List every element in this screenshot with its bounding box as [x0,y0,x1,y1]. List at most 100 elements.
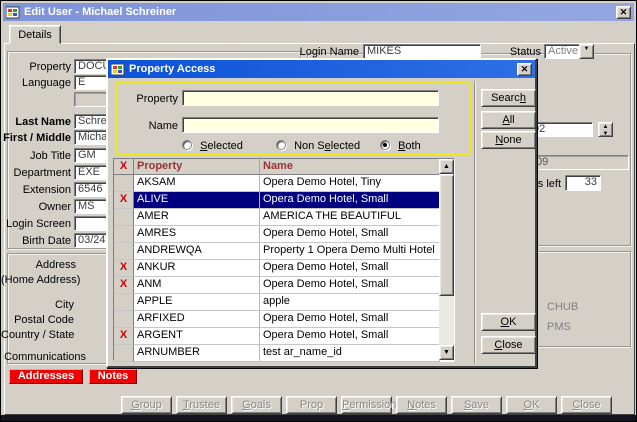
dialog-ok-button[interactable]: OK [481,313,536,331]
property-label: Property [1,61,71,74]
scrollbar-thumb[interactable] [439,174,454,296]
table-row[interactable]: ARFIXEDOpera Demo Hotel, Small [114,311,454,328]
table-row[interactable]: ARNUMBERtest ar_name_id [114,345,454,362]
group-button[interactable]: Group [121,396,172,414]
radio-non-selected-icon[interactable] [276,140,286,150]
main-titlebar: Edit User - Michael Schreiner ✕ [3,3,634,21]
dialog-close-button[interactable]: Close [481,336,536,354]
window-bottom-edge [1,415,637,421]
row-property: ANKUR [134,260,260,277]
country-state-label: Country / State [1,329,74,342]
department-label: Department [1,167,71,180]
row-mark: X [114,277,134,294]
goals-button[interactable]: Goals [231,396,282,414]
job-title-label: Job Title [1,150,71,163]
header-name: Name [260,159,440,174]
city-label: City [1,299,74,312]
row-name: apple [260,294,440,311]
table-row[interactable]: APPLEapple [114,294,454,311]
radio-non-selected[interactable]: Non Selected [276,140,360,153]
owner-label: Owner [1,201,71,214]
row-name: Opera Demo Hotel, Tiny [260,175,440,192]
first-middle-label: First / Middle [1,132,71,145]
row-mark: X [114,328,134,345]
radio-both[interactable]: Both [380,140,421,153]
row-property: APPLE [134,294,260,311]
row-mark: X [114,192,134,209]
row-mark: X [114,260,134,277]
table-row[interactable]: AMERAMERICA THE BEAUTIFUL [114,209,454,226]
login-name-field[interactable]: MIKES [363,44,481,59]
row-mark [114,294,134,311]
none-button[interactable]: None [481,131,536,149]
header-property: Property [134,159,260,174]
table-scrollbar[interactable]: ▲ ▼ [439,159,454,360]
dialog-divider [474,81,476,363]
spinner-icon[interactable]: ▲▼ [598,122,613,137]
edit-user-window: Edit User - Michael Schreiner ✕ Details … [0,0,637,422]
header-x: X [114,159,134,174]
table-row[interactable]: AMRESOpera Demo Hotel, Small [114,226,454,243]
row-name: Opera Demo Hotel, Small [260,328,440,345]
password-days-field[interactable]: 92 [529,122,593,137]
notes-button[interactable]: Notes [396,396,447,414]
scroll-up-icon[interactable]: ▲ [439,159,454,174]
row-property: AMER [134,209,260,226]
close-icon[interactable]: ✕ [616,6,631,19]
permission-button[interactable]: Permission [341,396,392,414]
row-mark [114,175,134,192]
postal-code-label: Postal Code [1,314,74,327]
ok-button[interactable]: OK [506,396,557,414]
table-row[interactable]: ANDREWQAProperty 1 Opera Demo Multi Hote… [114,243,454,260]
trustee-button[interactable]: Trustee [176,396,227,414]
app-icon [6,6,20,19]
property-access-dialog: Property Access ✕ Property Name Selected… [106,58,537,368]
row-property: ARFIXED [134,311,260,328]
chevron-down-icon[interactable]: ▼ [579,44,594,59]
birth-date-label: Birth Date [1,235,71,248]
row-mark [114,209,134,226]
dialog-app-icon [111,63,125,76]
addresses-lamp-button[interactable]: Addresses [9,369,83,384]
days-left-value: 33 [565,175,601,191]
dialog-titlebar: Property Access ✕ [108,60,535,78]
dialog-close-icon[interactable]: ✕ [517,63,532,76]
tab-details[interactable]: Details [9,25,61,44]
row-property: ANDREWQA [134,243,260,260]
notes-lamp-button[interactable]: Notes [89,369,137,384]
dialog-property-label: Property [128,93,178,106]
row-name: Opera Demo Hotel, Small [260,260,440,277]
prop-acc-button[interactable]: Prop Acc... [286,396,337,414]
save-button[interactable]: Save [451,396,502,414]
table-row[interactable]: AKSAMOpera Demo Hotel, Tiny [114,175,454,192]
table-row[interactable]: XANMOpera Demo Hotel, Small [114,277,454,294]
row-property: ALIVE [134,192,260,209]
radio-both-icon[interactable] [380,140,390,150]
communications-label: Communications [1,351,86,364]
table-row[interactable]: XANKUROpera Demo Hotel, Small [114,260,454,277]
dialog-property-input[interactable] [182,90,439,106]
row-name: Opera Demo Hotel, Small [260,226,440,243]
row-mark [114,226,134,243]
all-button[interactable]: All [481,111,536,129]
login-screen-label: Login Screen [1,218,71,231]
radio-selected-icon[interactable] [182,140,192,150]
close-button[interactable]: Close [561,396,612,414]
row-name: AMERICA THE BEAUTIFUL [260,209,440,226]
home-address-label: (Home Address) [1,274,76,287]
table-row-selected[interactable]: XALIVEOpera Demo Hotel, Small [114,192,454,209]
row-property: ARGENT [134,328,260,345]
row-property: ANM [134,277,260,294]
row-property: ARNUMBER [134,345,260,362]
search-button[interactable]: Search [481,89,536,107]
table-row[interactable]: XARGENTOpera Demo Hotel, Small [114,328,454,345]
scroll-down-icon[interactable]: ▼ [439,345,454,360]
radio-selected[interactable]: Selected [182,140,243,153]
address-label: Address [1,259,76,272]
dialog-name-input[interactable] [182,117,439,133]
row-property: AKSAM [134,175,260,192]
table-header-row: X Property Name [114,159,454,175]
row-name: Opera Demo Hotel, Small [260,277,440,294]
pms-fragment: PMS [547,321,571,334]
row-mark [114,311,134,328]
